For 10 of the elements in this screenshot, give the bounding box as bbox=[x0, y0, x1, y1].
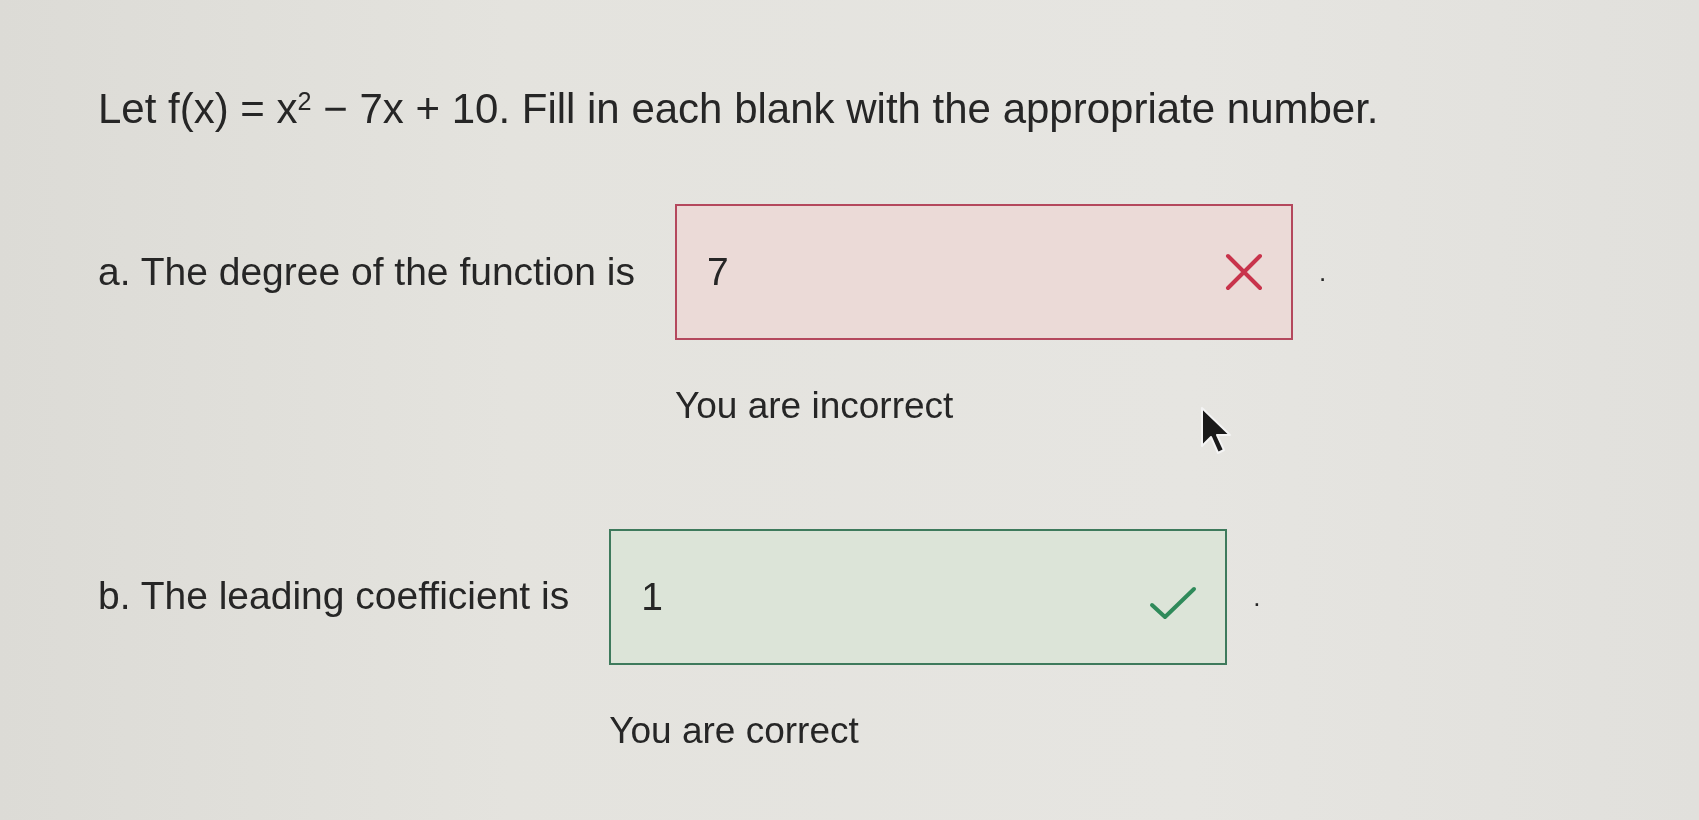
feedback-text: You are incorrect bbox=[675, 385, 954, 427]
cursor-icon bbox=[1200, 406, 1233, 456]
answer-box[interactable]: 1 bbox=[609, 528, 1228, 665]
question-prompt: b. The leading coefficient is bbox=[98, 573, 570, 620]
question-prompt: a. The degree of the function is bbox=[98, 249, 635, 295]
answer-box[interactable]: 7 bbox=[675, 204, 1293, 341]
trailing-period: . bbox=[1253, 583, 1261, 610]
trailing-period: . bbox=[1319, 259, 1327, 286]
feedback-text: You are correct bbox=[609, 709, 859, 751]
question-text: Let f(x) = x$^{2}$ − 7x + 10. Fill in each blank with the appropriate number. bbox=[98, 84, 1379, 134]
